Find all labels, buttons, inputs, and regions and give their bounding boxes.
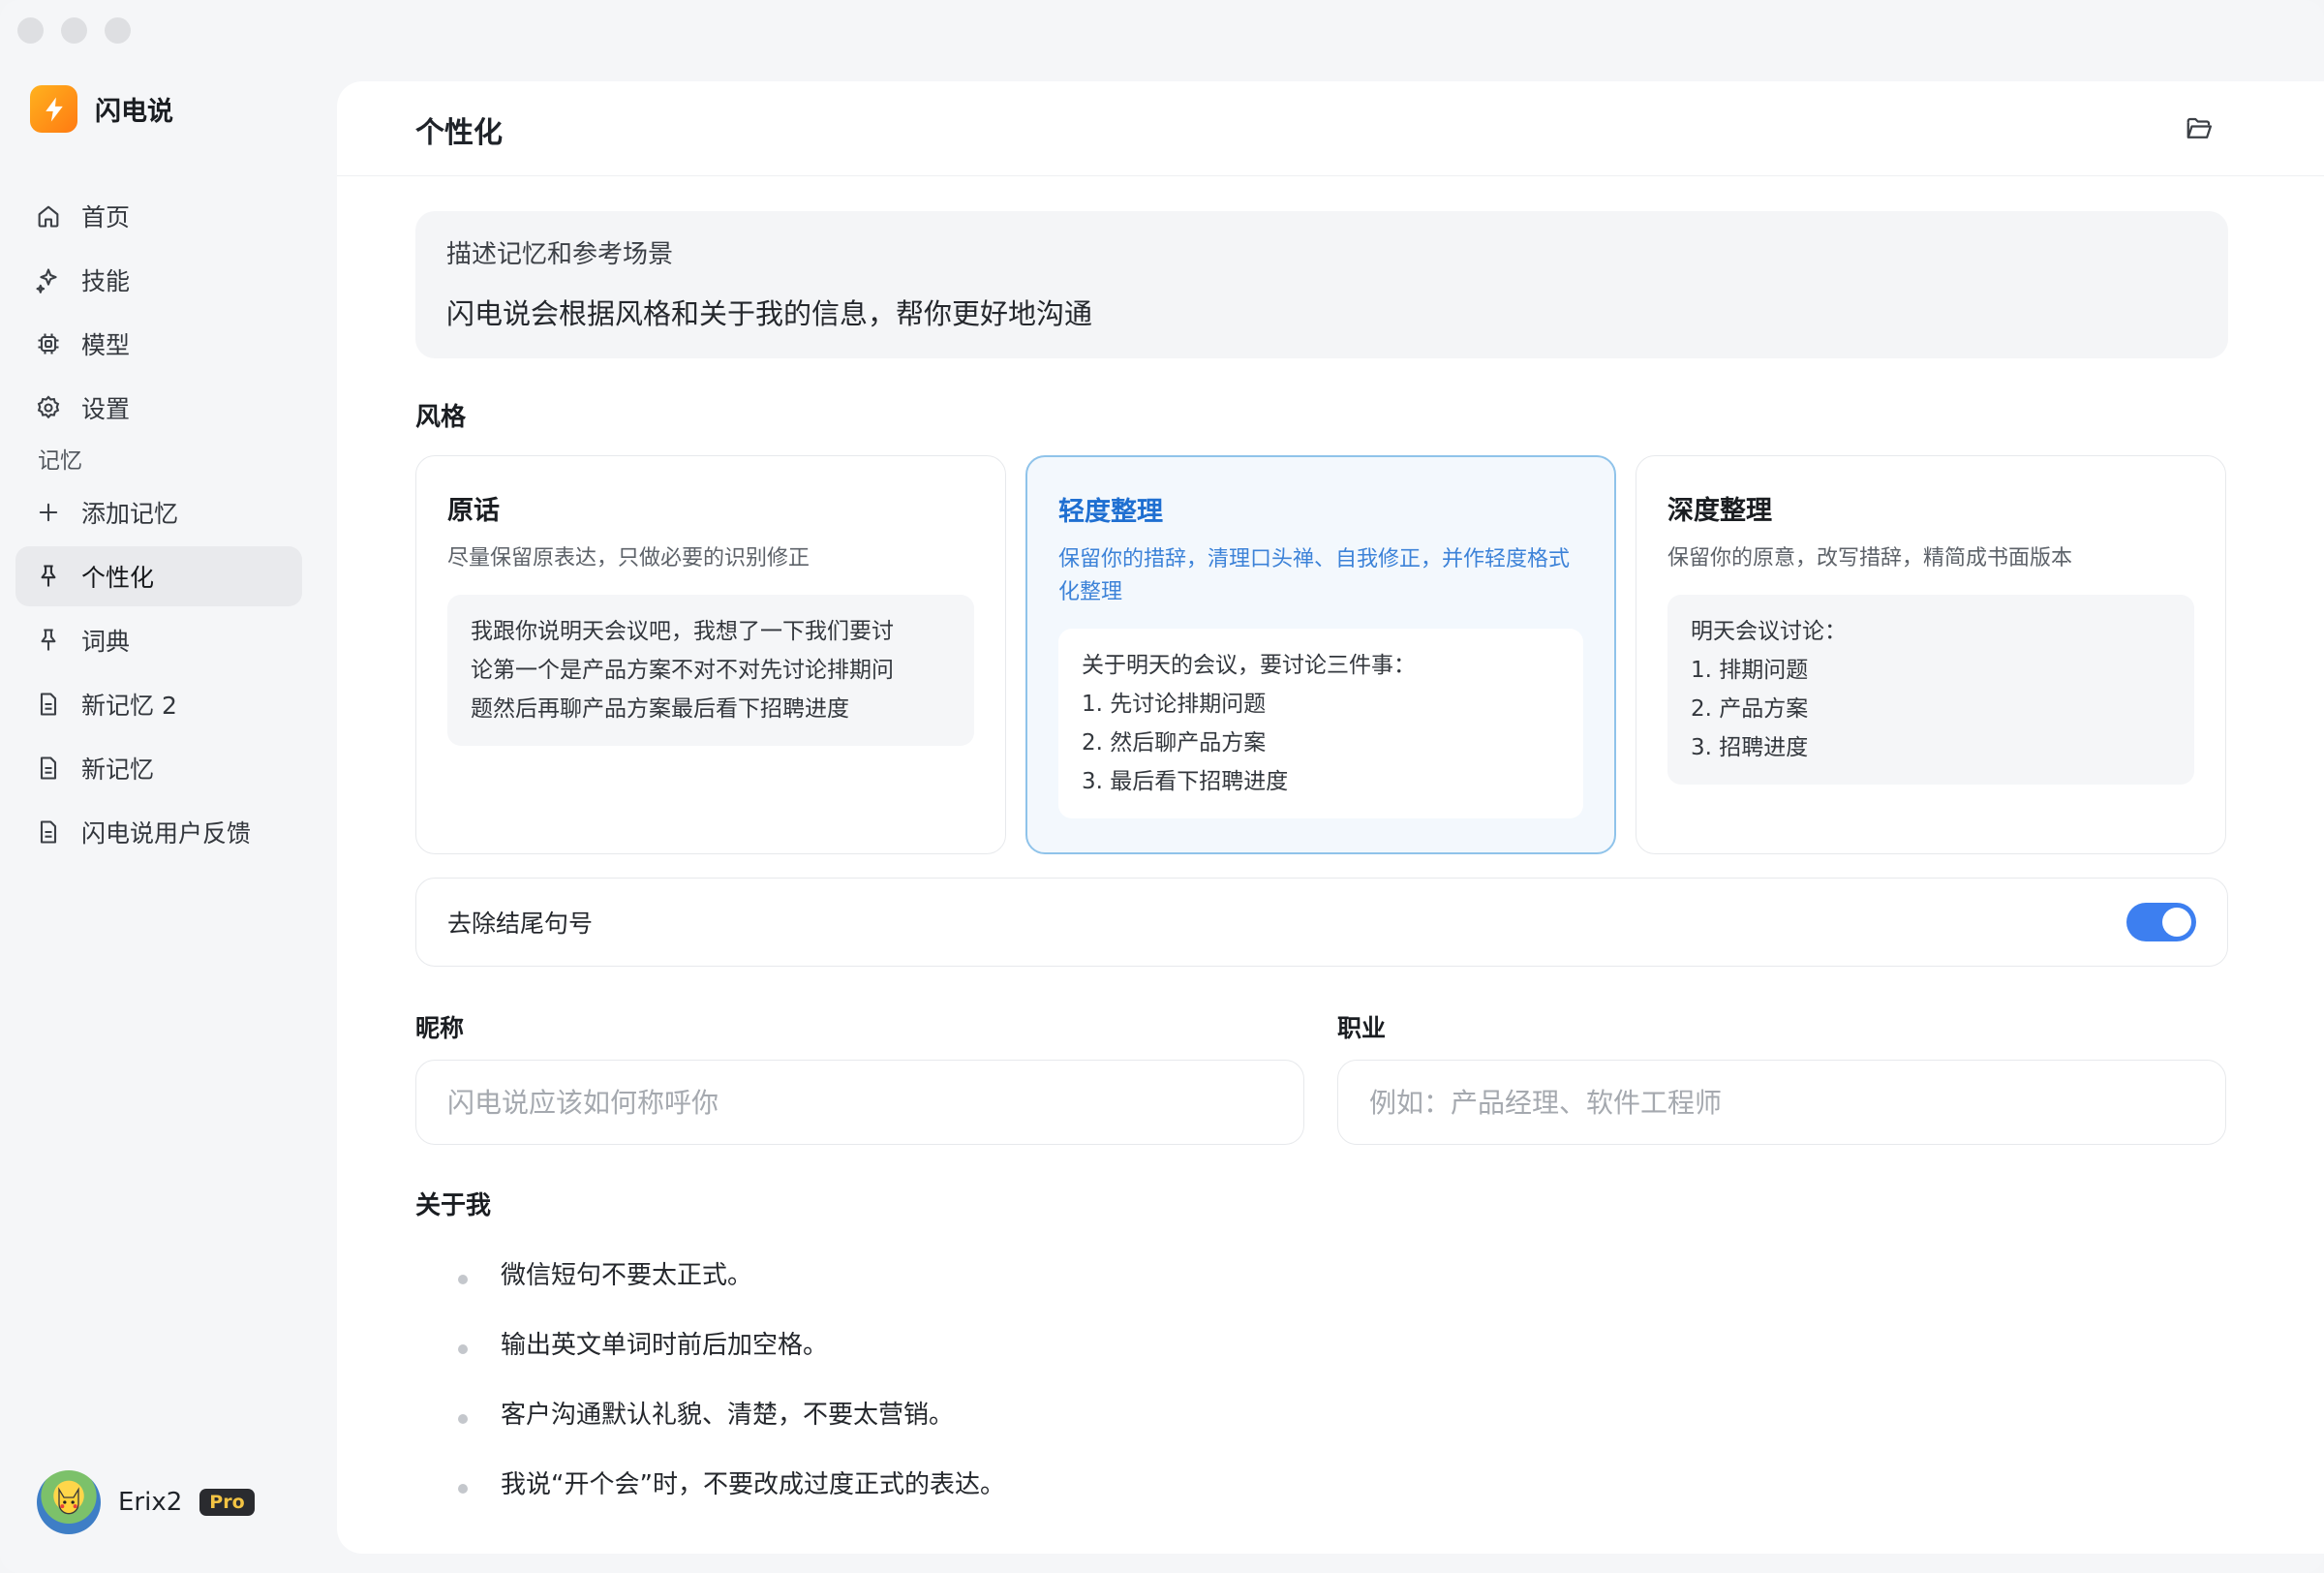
app-window: 闪电说 首页 技能 模型 设置 记忆 添加记忆 个性化 词典 新记忆 2 新记忆…	[0, 0, 2324, 1573]
about-item-text: 客户沟通默认礼貌、清楚，不要太营销。	[501, 1400, 955, 1430]
sidebar-item-label: 添加记忆	[81, 500, 179, 528]
pin-icon	[41, 565, 56, 587]
sidebar-item-label: 设置	[81, 395, 131, 423]
list-item[interactable]: 客户沟通默认礼貌、清楚，不要太营销。	[458, 1377, 1005, 1447]
style-card-name: 深度整理	[1667, 496, 1772, 526]
home-icon	[38, 205, 59, 228]
description-text: 闪电说会根据风格和关于我的信息，帮你更好地沟通	[446, 297, 1093, 330]
occupation-label: 职业	[1337, 1014, 1387, 1042]
zoom-window-button[interactable]	[105, 17, 131, 44]
sparkle-icon	[36, 268, 57, 293]
sidebar-item-label: 个性化	[81, 564, 155, 592]
window-controls	[17, 17, 131, 44]
lightning-logo-icon	[30, 85, 77, 133]
folder-open-icon	[2186, 117, 2212, 139]
about-section-title: 关于我	[415, 1191, 492, 1220]
style-section-title: 风格	[415, 403, 467, 432]
style-card-desc: 尽量保留原表达，只做必要的识别修正	[447, 546, 810, 571]
sample-line: 我跟你说明天会议吧，我想了一下我们要讨	[471, 619, 894, 644]
sample-line: 3. 最后看下招聘进度	[1082, 769, 1289, 794]
document-icon	[40, 756, 57, 780]
pro-badge: Pro	[199, 1489, 255, 1516]
style-card-sample: 关于明天的会议，要讨论三件事： 1. 先讨论排期问题 2. 然后聊产品方案 3.…	[1058, 629, 1583, 818]
description-title: 描述记忆和参考场景	[446, 240, 674, 269]
style-card-desc: 保留你的措辞，清理口头禅、自我修正，并作轻度格式化整理	[1058, 547, 1571, 604]
remove-period-row: 去除结尾句号	[415, 878, 2228, 967]
main-panel: 个性化 描述记忆和参考场景 闪电说会根据风格和关于我的信息，帮你更好地沟通 风格…	[337, 81, 2324, 1554]
sidebar-item-skills[interactable]: 技能	[15, 250, 302, 310]
sidebar-item-models[interactable]: 模型	[15, 314, 302, 374]
sample-line: 明天会议讨论：	[1691, 619, 1847, 644]
occupation-input[interactable]	[1337, 1060, 2226, 1145]
style-card-name: 轻度整理	[1058, 497, 1163, 527]
nickname-label: 昵称	[415, 1014, 465, 1042]
document-icon	[40, 820, 57, 844]
bullet-icon	[458, 1414, 468, 1424]
sidebar-item-label: 技能	[81, 267, 131, 295]
sidebar-item-dictionary[interactable]: 词典	[15, 610, 302, 670]
open-folder-button[interactable]	[2181, 110, 2217, 147]
sample-line: 3. 招聘进度	[1691, 735, 1809, 760]
about-item-text: 我说“开个会”时，不要改成过度正式的表达。	[501, 1469, 1005, 1499]
app-name: 闪电说	[95, 97, 173, 127]
sidebar-item-label: 新记忆 2	[81, 692, 177, 720]
about-item-text: 微信短句不要太正式。	[501, 1260, 753, 1290]
sidebar-item-user-feedback[interactable]: 闪电说用户反馈	[15, 802, 302, 862]
sidebar-item-settings[interactable]: 设置	[15, 378, 302, 438]
username: Erix2	[118, 1488, 183, 1517]
sidebar-item-label: 新记忆	[81, 756, 155, 784]
memory-section-label: 记忆	[38, 448, 82, 474]
sample-line: 题然后再聊产品方案最后看下招聘进度	[471, 696, 849, 722]
brand: 闪电说	[30, 85, 173, 133]
sidebar-item-label: 词典	[81, 628, 131, 656]
style-card-light-edit[interactable]: 轻度整理 保留你的措辞，清理口头禅、自我修正，并作轻度格式化整理 关于明天的会议…	[1025, 455, 1616, 854]
sidebar-item-personalization[interactable]: 个性化	[15, 546, 302, 606]
bullet-icon	[458, 1484, 468, 1494]
style-card-original[interactable]: 原话 尽量保留原表达，只做必要的识别修正 我跟你说明天会议吧，我想了一下我们要讨…	[415, 455, 1006, 854]
bullet-icon	[458, 1344, 468, 1354]
sidebar: 闪电说 首页 技能 模型 设置 记忆 添加记忆 个性化 词典 新记忆 2 新记忆…	[0, 58, 320, 1573]
gear-icon	[37, 395, 60, 419]
remove-period-label: 去除结尾句号	[447, 910, 594, 938]
about-item-text: 输出英文单词时前后加空格。	[501, 1330, 829, 1360]
style-card-name: 原话	[447, 496, 500, 526]
pin-icon	[41, 629, 56, 651]
sample-line: 2. 产品方案	[1691, 696, 1809, 722]
minimize-window-button[interactable]	[61, 17, 87, 44]
bullet-icon	[458, 1275, 468, 1284]
sidebar-item-label: 闪电说用户反馈	[81, 819, 252, 848]
avatar	[37, 1470, 101, 1534]
plus-icon	[39, 503, 58, 522]
sample-line: 1. 先讨论排期问题	[1082, 692, 1267, 717]
style-card-desc: 保留你的原意，改写措辞，精简成书面版本	[1667, 546, 2073, 571]
close-window-button[interactable]	[17, 17, 44, 44]
sample-line: 关于明天的会议，要讨论三件事：	[1082, 653, 1416, 678]
chip-icon	[38, 333, 59, 355]
nickname-input[interactable]	[415, 1060, 1304, 1145]
sample-line: 2. 然后聊产品方案	[1082, 730, 1267, 756]
sample-line: 1. 排期问题	[1691, 658, 1809, 683]
sidebar-item-new-memory[interactable]: 新记忆	[15, 738, 302, 798]
sidebar-item-add-memory[interactable]: 添加记忆	[15, 482, 302, 542]
style-card-deep-edit[interactable]: 深度整理 保留你的原意，改写措辞，精简成书面版本 明天会议讨论： 1. 排期问题…	[1636, 455, 2226, 854]
style-card-sample: 明天会议讨论： 1. 排期问题 2. 产品方案 3. 招聘进度	[1667, 595, 2194, 785]
main-header: 个性化	[337, 81, 2324, 176]
sidebar-item-home[interactable]: 首页	[15, 186, 302, 246]
sidebar-item-label: 模型	[81, 331, 131, 359]
style-card-sample: 我跟你说明天会议吧，我想了一下我们要讨 论第一个是产品方案不对不对先讨论排期问 …	[447, 595, 974, 746]
list-item[interactable]: 我说“开个会”时，不要改成过度正式的表达。	[458, 1447, 1005, 1517]
list-item[interactable]: 微信短句不要太正式。	[458, 1238, 1005, 1308]
document-icon	[40, 693, 57, 716]
user-profile[interactable]: Erix2 Pro	[37, 1470, 255, 1534]
about-list: 微信短句不要太正式。 输出英文单词时前后加空格。 客户沟通默认礼貌、清楚，不要太…	[458, 1238, 1005, 1517]
remove-period-toggle[interactable]	[2126, 903, 2196, 941]
list-item[interactable]: 输出英文单词时前后加空格。	[458, 1308, 1005, 1377]
sample-line: 论第一个是产品方案不对不对先讨论排期问	[471, 658, 894, 683]
sidebar-item-label: 首页	[81, 203, 131, 231]
sidebar-item-new-memory-2[interactable]: 新记忆 2	[15, 674, 302, 734]
description-box: 描述记忆和参考场景 闪电说会根据风格和关于我的信息，帮你更好地沟通	[415, 211, 2228, 358]
page-title: 个性化	[415, 116, 503, 150]
